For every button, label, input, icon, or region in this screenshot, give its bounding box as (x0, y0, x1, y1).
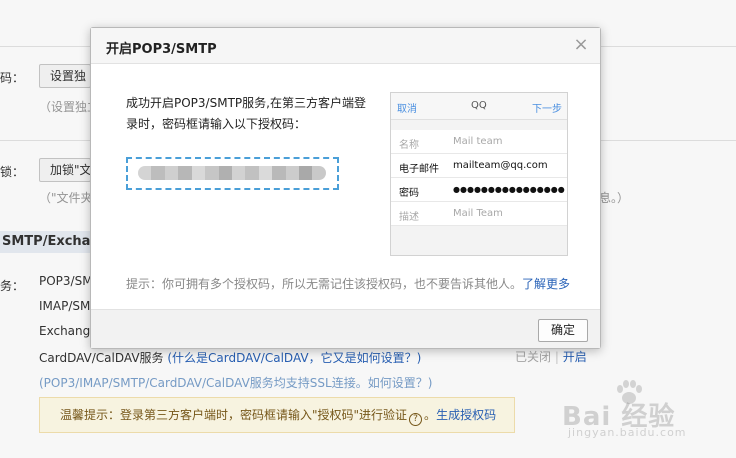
authorization-code-box[interactable] (126, 157, 339, 190)
enable-pop3-smtp-dialog: 开启POP3/SMTP × 成功开启POP3/SMTP服务,在第三方客户端登录时… (90, 27, 601, 349)
blur-segment (151, 166, 165, 180)
confirm-button[interactable]: 确定 (538, 319, 588, 342)
preview-next: 下一步 (532, 104, 562, 115)
blur-segment (205, 166, 219, 180)
blur-segment (312, 166, 326, 180)
dialog-header: 开启POP3/SMTP × (91, 28, 600, 64)
preview-row-value: mailteam@qq.com (453, 160, 548, 171)
close-icon[interactable]: × (572, 36, 590, 54)
blur-segment (191, 166, 206, 180)
dialog-footer: 确定 (91, 309, 600, 348)
preview-navbar: 取消 QQ 下一步 (391, 93, 567, 120)
blur-segment (178, 166, 192, 180)
blur-segment (258, 166, 273, 180)
blur-segment (299, 166, 313, 180)
client-setup-preview: 取消 QQ 下一步 名称 Mail team 电子邮件 mailteam@qq.… (390, 92, 568, 256)
preview-row-key: 描述 (399, 212, 419, 223)
learn-more-link[interactable]: 了解更多 (522, 277, 570, 291)
preview-row-email: 电子邮件 mailteam@qq.com (391, 154, 567, 178)
blur-segment (285, 166, 300, 180)
blur-segment (218, 166, 232, 180)
authorization-code-blurred (138, 166, 326, 180)
preview-row-key: 密码 (399, 188, 419, 199)
preview-row-value: ●●●●●●●●●●●●●●●● (453, 185, 565, 194)
blur-segment (245, 166, 259, 180)
preview-title: QQ (471, 100, 487, 111)
dialog-tip-text: 提示：你可拥有多个授权码，所以无需记住该授权码，也不要告诉其他人。 (126, 277, 523, 291)
preview-row-description: 描述 Mail Team (391, 202, 567, 226)
preview-row-name: 名称 Mail team (391, 130, 567, 154)
preview-row-key: 名称 (399, 140, 419, 151)
blur-segment (138, 166, 152, 180)
dialog-tip: 提示：你可拥有多个授权码，所以无需记住该授权码，也不要告诉其他人。了解更多 (126, 275, 570, 292)
blur-segment (272, 166, 286, 180)
blur-segment (231, 166, 246, 180)
blur-segment (164, 166, 179, 180)
preview-cancel: 取消 (397, 104, 417, 115)
preview-row-value: Mail Team (453, 208, 503, 219)
dialog-description: 成功开启POP3/SMTP服务,在第三方客户端登录时，密码框请输入以下授权码： (126, 96, 366, 131)
preview-row-password: 密码 ●●●●●●●●●●●●●●●● (391, 178, 567, 202)
dialog-title: 开启POP3/SMTP (106, 42, 217, 57)
preview-row-key: 电子邮件 (399, 164, 439, 175)
preview-row-value: Mail team (453, 136, 503, 147)
